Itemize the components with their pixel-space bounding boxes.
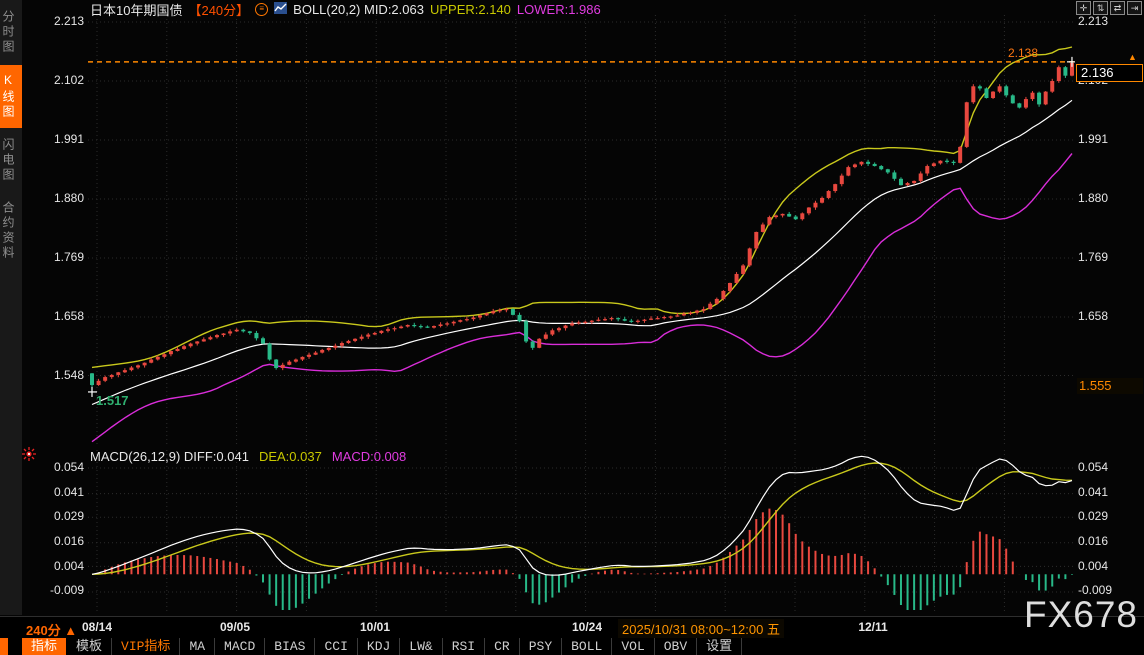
indicator-toolbar: 指标 模板 VIP指标 MA MACD BIAS CCI KDJ LW& RSI CR PSY BOLL… bbox=[0, 638, 1144, 655]
price-axis-right-label: 2.213 bbox=[1078, 14, 1109, 28]
toolbar-accent-stub bbox=[0, 638, 8, 655]
mini-chart-icon bbox=[274, 1, 288, 17]
price-axis-right-label: 1.991 bbox=[1078, 132, 1109, 146]
toolbar-tab-bias[interactable]: BIAS bbox=[265, 638, 316, 655]
macd-header: MACD(26,12,9) DIFF:0.041 DEA:0.037 MACD:… bbox=[90, 449, 406, 464]
selected-bar-time-label: 2025/10/31 08:00~12:00 五 bbox=[618, 619, 784, 638]
time-tick-label: 12/11 bbox=[858, 620, 888, 634]
macd-macd-label: MACD:0.008 bbox=[331, 449, 407, 464]
toolbar-tab-xx[interactable]: 模板 bbox=[67, 638, 113, 655]
time-tick-label: 10/24 bbox=[571, 620, 603, 634]
toolbar-tab-macd[interactable]: MACD bbox=[215, 638, 266, 655]
fit-horizontal-axis-icon[interactable]: ⇄ bbox=[1110, 1, 1125, 15]
pan-icon[interactable]: ✛ bbox=[1076, 1, 1091, 15]
price-axis-right-label: 1.658 bbox=[1078, 309, 1109, 323]
toolbar-tab-cr[interactable]: CR bbox=[485, 638, 520, 655]
main-candlestick-chart[interactable] bbox=[88, 15, 1075, 447]
price-axis-right-label: 1.880 bbox=[1078, 191, 1109, 205]
macd-axis-right-label: 0.004 bbox=[1078, 559, 1109, 573]
sidebar-item-timeshare-chart[interactable]: 分时图 bbox=[0, 2, 22, 63]
toolbar-tab-lwx[interactable]: LW& bbox=[400, 638, 443, 655]
instrument-title: 日本10年期国债 bbox=[90, 2, 183, 18]
trading-app-window: 分时图 K线图 闪电图 合约资料 日本10年期国债 【240分】 ≡ BOLL(… bbox=[0, 0, 1144, 655]
chart-tool-buttons: ✛ ⇅ ⇄ ⇥ bbox=[1076, 1, 1142, 15]
toolbar-tab-xx[interactable]: 设置 bbox=[697, 638, 743, 655]
sidebar: 分时图 K线图 闪电图 合约资料 bbox=[0, 0, 22, 615]
toolbar-tab-xx[interactable]: 指标 bbox=[22, 638, 68, 655]
time-tick-label: 10/01 bbox=[359, 620, 391, 634]
macd-axis-right-label: 0.029 bbox=[1078, 509, 1109, 523]
sidebar-item-contract-info[interactable]: 合约资料 bbox=[0, 193, 22, 269]
macd-axis-right-label: 0.054 bbox=[1078, 460, 1109, 474]
toolbar-tab-cci[interactable]: CCI bbox=[315, 638, 358, 655]
toolbar-tab-vipxx[interactable]: VIP指标 bbox=[112, 638, 181, 655]
sidebar-item-lightning-chart[interactable]: 闪电图 bbox=[0, 130, 22, 191]
price-up-arrow-icon: ▲ bbox=[1128, 52, 1137, 62]
macd-indicator-panel[interactable] bbox=[88, 450, 1075, 614]
time-tick-label: 09/05 bbox=[219, 620, 251, 634]
price-axis-right-label: 1.769 bbox=[1078, 250, 1109, 264]
macd-axis-right-label: 0.016 bbox=[1078, 534, 1109, 548]
last-price-box: 2.136 bbox=[1076, 64, 1143, 82]
time-axis: 240分 ▲ 08/14 09/05 10/01 10/24 12/11 2025/10/… bbox=[0, 616, 1144, 638]
boll-lower-label: LOWER:1.986 bbox=[516, 1, 601, 17]
high-price-label: 2.138 bbox=[1008, 46, 1039, 60]
toolbar-tab-psy[interactable]: PSY bbox=[520, 638, 563, 655]
time-tick-label: 08/14 bbox=[81, 620, 113, 634]
watermark: FX678 bbox=[1023, 594, 1138, 635]
circle-menu-icon[interactable]: ≡ bbox=[255, 2, 269, 16]
toolbar-tab-ma[interactable]: MA bbox=[180, 638, 216, 655]
chart-header: 日本10年期国债 【240分】 ≡ BOLL(20,2) MID:2.063 U… bbox=[90, 1, 601, 18]
sidebar-item-kline-chart[interactable]: K线图 bbox=[0, 65, 22, 128]
toolbar-tab-obv[interactable]: OBV bbox=[655, 638, 698, 655]
scroll-right-icon[interactable]: ⇥ bbox=[1127, 1, 1142, 15]
boll-upper-label: UPPER:2.140 bbox=[429, 1, 511, 17]
low-price-label: 1.517 bbox=[96, 393, 129, 408]
macd-diff-label: MACD(26,12,9) DIFF:0.041 bbox=[90, 449, 249, 464]
toolbar-tab-kdj[interactable]: KDJ bbox=[358, 638, 401, 655]
toolbar-tab-vol[interactable]: VOL bbox=[612, 638, 655, 655]
boll-mid-label: BOLL(20,2) MID:2.063 bbox=[293, 1, 424, 17]
toolbar-tab-boll[interactable]: BOLL bbox=[562, 638, 613, 655]
fit-vertical-axis-icon[interactable]: ⇅ bbox=[1093, 1, 1108, 15]
live-indicator-icon bbox=[22, 447, 36, 466]
period-selector[interactable]: 240分 ▲ bbox=[26, 620, 77, 639]
macd-dea-label: DEA:0.037 bbox=[258, 449, 322, 464]
period-label: 【240分】 bbox=[188, 2, 250, 18]
macd-axis-right-label: 0.041 bbox=[1078, 485, 1109, 499]
toolbar-tab-rsi[interactable]: RSI bbox=[443, 638, 486, 655]
settle-price-box: 1.555 bbox=[1077, 378, 1143, 394]
